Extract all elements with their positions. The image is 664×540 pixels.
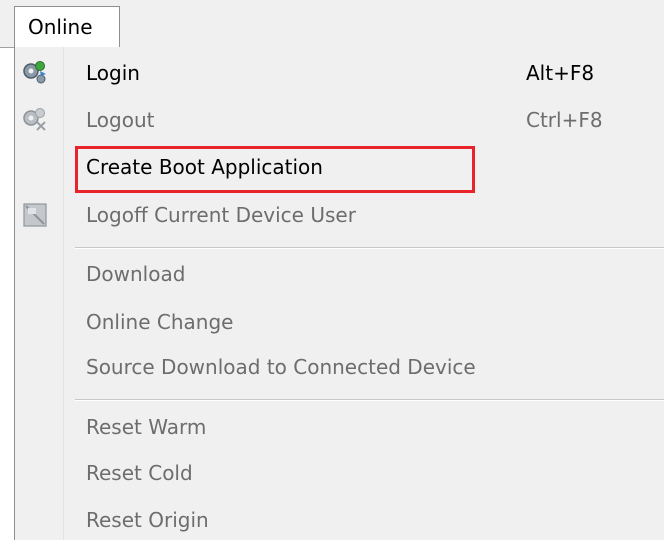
gears-disconnect-icon <box>23 108 46 131</box>
menu-item-shortcut: Ctrl+F8 <box>526 108 603 132</box>
menu-item-download[interactable]: Download <box>15 254 664 294</box>
menu-bar: Online <box>0 0 664 48</box>
menu-item-source-download[interactable]: Source Download to Connected Device <box>15 347 664 387</box>
menu-item-label: Reset Warm <box>86 415 207 439</box>
menu-item-label: Source Download to Connected Device <box>86 355 476 379</box>
online-dropdown-menu: Login Alt+F8 Logout Ctrl+F8 Create Boot … <box>14 47 664 540</box>
menu-item-logoff-current-device-user[interactable]: Logoff Current Device User <box>15 195 664 235</box>
menu-item-label: Online Change <box>86 310 234 334</box>
menu-item-label: Download <box>86 262 186 286</box>
menu-item-label: Logoff Current Device User <box>86 203 356 227</box>
menu-item-reset-cold[interactable]: Reset Cold <box>15 453 664 493</box>
menu-separator <box>75 247 664 249</box>
screen: Online Login Alt+F8 Logout Ctrl+F8 Creat… <box>0 0 664 540</box>
menu-online[interactable]: Online <box>14 6 120 47</box>
menu-item-label: Reset Origin <box>86 508 209 532</box>
menu-item-login[interactable]: Login Alt+F8 <box>15 53 664 93</box>
menu-item-create-boot-application[interactable]: Create Boot Application <box>15 147 664 187</box>
user-logoff-icon <box>23 203 47 227</box>
gears-connect-icon <box>23 61 46 84</box>
menu-item-label: Reset Cold <box>86 461 193 485</box>
menu-item-logout[interactable]: Logout Ctrl+F8 <box>15 100 664 140</box>
menu-item-label: Create Boot Application <box>86 155 323 179</box>
menu-separator <box>75 399 664 401</box>
menu-item-shortcut: Alt+F8 <box>526 61 595 85</box>
menu-item-label: Login <box>86 61 140 85</box>
menu-item-online-change[interactable]: Online Change <box>15 302 664 342</box>
menu-item-label: Logout <box>86 108 155 132</box>
menu-item-reset-origin[interactable]: Reset Origin <box>15 500 664 540</box>
menu-item-reset-warm[interactable]: Reset Warm <box>15 407 664 447</box>
